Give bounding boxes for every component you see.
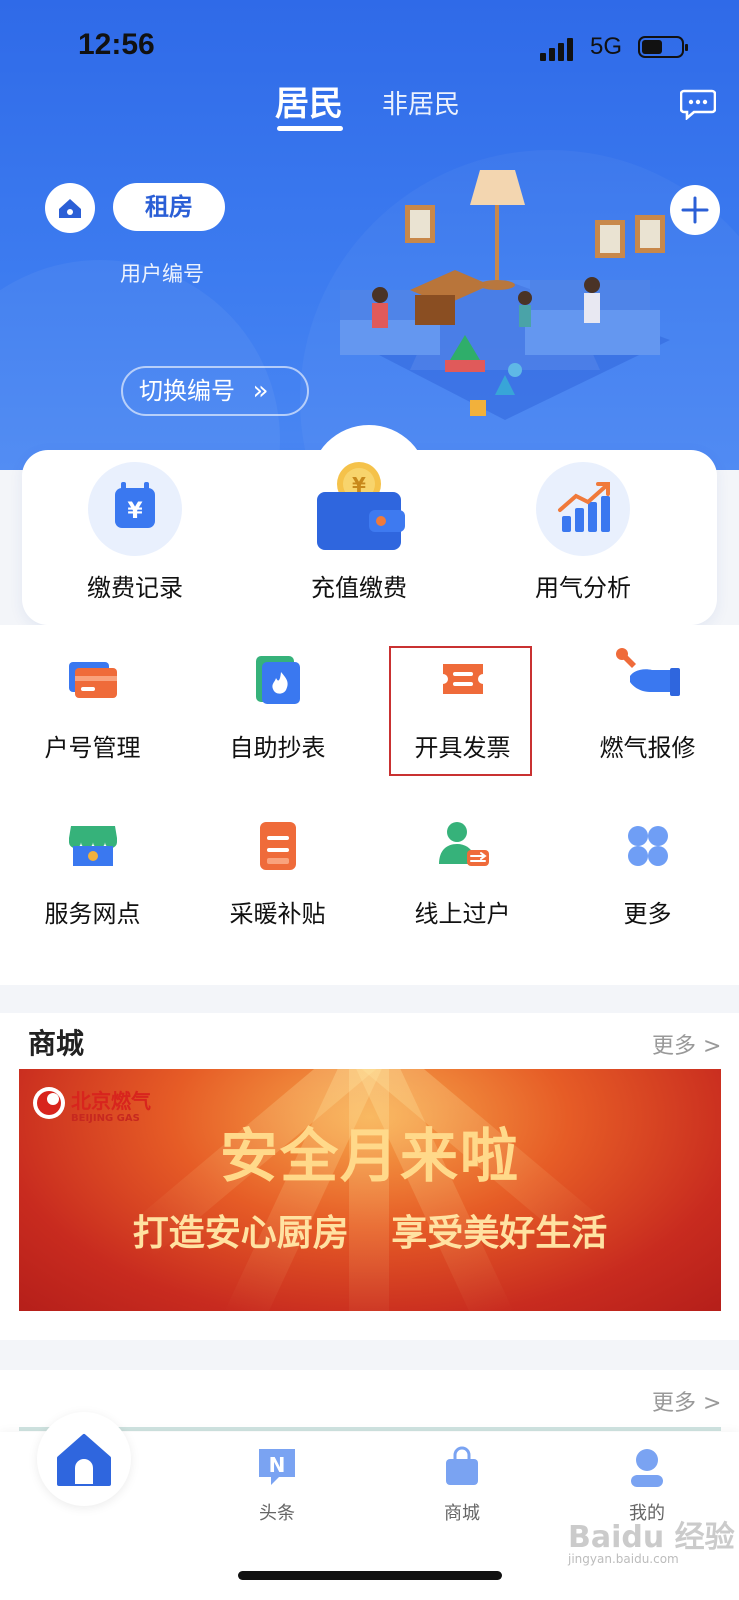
banner-headline: 安全月来啦 [219,1122,520,1190]
bill-calendar-icon: ¥ [88,462,182,556]
nav-label: 头条 [259,1503,295,1524]
grid-item-service-outlets[interactable]: 服务网点 [0,818,185,929]
mall-title: 商城 [28,1027,85,1060]
tab-resident[interactable]: 居民 [275,76,343,125]
tab-active-indicator [277,126,343,131]
grid-item-self-meter-reading[interactable]: 自助抄表 [185,652,370,763]
grid-item-label: 线上过户 [414,900,511,928]
wrench-hand-icon [615,648,680,708]
grid-item-label: 户号管理 [44,734,141,762]
quick-action-payment-record[interactable]: ¥ 缴费记录 [35,462,235,603]
switch-number-button[interactable]: 切换编号 » [121,366,309,416]
grid-item-label: 采暖补贴 [229,900,326,928]
bar-chart-icon [536,462,630,556]
quick-action-label: 充值缴费 [311,574,407,602]
baidu-watermark-url: jingyan.baidu.com [568,1552,679,1566]
battery-icon [638,36,688,58]
user-icon [631,1449,663,1487]
living-room-illustration [340,170,670,420]
quick-action-label: 用气分析 [535,574,631,602]
grid-item-label: 服务网点 [44,900,141,928]
shopping-bag-icon [446,1446,478,1485]
grid-item-label: 燃气报修 [599,734,696,762]
status-time: 12:56 [78,28,155,61]
invoice-highlight-box [389,646,532,776]
nav-home[interactable] [37,1412,131,1506]
quick-action-usage-analysis[interactable]: 用气分析 [483,462,683,603]
switch-number-label: 切换编号 [139,377,235,405]
card-icon [65,652,121,708]
grid-item-account-management[interactable]: 户号管理 [0,652,185,763]
quick-action-recharge[interactable]: ¥ 充值缴费 [259,462,459,603]
svg-text:N: N [269,1453,286,1477]
header-decoration [0,260,280,470]
nav-label: 商城 [444,1503,480,1524]
user-number-label: 用户编号 [120,262,204,286]
grid-item-more[interactable]: 更多 [555,818,739,929]
store-icon [65,818,121,874]
grid-item-online-transfer[interactable]: 线上过户 [370,818,555,929]
subsidy-icon [250,818,306,874]
message-icon[interactable] [680,88,716,120]
network-type: 5G [590,33,623,60]
news-icon: N [259,1449,295,1485]
baidu-watermark: Baidu 经验 [568,1520,735,1555]
double-chevron-icon: » [252,376,269,406]
signal-icon [540,37,580,61]
wallet-icon: ¥ [312,462,406,556]
home-indicator [238,1571,502,1580]
grid-item-gas-repair[interactable]: 燃气报修 [555,648,739,763]
mall-banner[interactable]: 北京燃气 BEIJING GAS 安全月来啦 打造安心厨房 享受美好生活 [19,1069,721,1311]
secondary-more-link[interactable]: 更多 > [652,1385,721,1417]
tab-nonresident[interactable]: 非居民 [382,84,460,121]
nav-news[interactable]: N 头条 [217,1445,337,1525]
house-icon[interactable] [45,183,95,233]
home-icon [57,1434,111,1486]
nav-mall[interactable]: 商城 [402,1445,522,1525]
four-dots-icon [620,818,676,874]
grid-item-label: 自助抄表 [229,734,326,762]
mall-more-link[interactable]: 更多 > [652,1028,721,1060]
svg-text:¥: ¥ [127,499,143,524]
flame-meter-icon [250,652,306,708]
rent-tag[interactable]: 租房 [113,183,225,231]
grid-item-label: 更多 [623,900,672,928]
quick-action-label: 缴费记录 [87,574,183,602]
banner-subline: 打造安心厨房 享受美好生活 [132,1212,608,1254]
grid-item-heating-subsidy[interactable]: 采暖补贴 [185,818,370,929]
user-transfer-icon [435,818,491,874]
